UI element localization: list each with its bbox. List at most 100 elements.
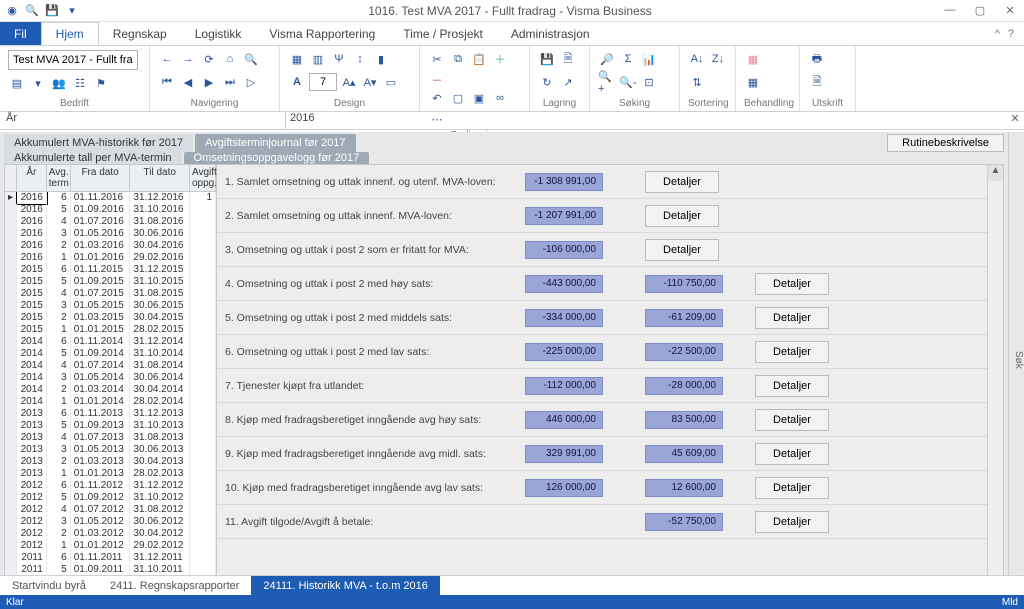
back-icon[interactable]: ← (158, 50, 176, 68)
table-row[interactable]: 2015301.05.201530.06.2015 (5, 300, 216, 312)
refresh-icon[interactable]: ⟳ (200, 50, 218, 68)
table-row[interactable]: 2012601.11.201231.12.2012 (5, 480, 216, 492)
preview-icon[interactable]: 🗎 (808, 73, 826, 91)
table-row[interactable]: 2016201.03.201630.04.2016 (5, 240, 216, 252)
page-tab-avgiftsterminjournal[interactable]: Avgiftsterminjournal før 2017 (195, 134, 355, 152)
table-row[interactable]: ▸2016601.11.201631.12.20161 (5, 192, 216, 204)
detaljer-button[interactable]: Detaljer (755, 409, 829, 431)
filter-icon[interactable]: Ψ (330, 50, 348, 68)
first-icon[interactable]: ⏮ (158, 73, 176, 91)
table-row[interactable]: 2015101.01.201528.02.2015 (5, 324, 216, 336)
paste-icon[interactable]: 📋 (470, 50, 488, 68)
restore-button[interactable]: ▢ (970, 4, 990, 17)
link-icon[interactable]: ∞ (491, 89, 509, 107)
table-row[interactable]: 2013501.09.201331.10.2013 (5, 420, 216, 432)
page-tab-akkumulerte-tall[interactable]: Akkumulerte tall per MVA-termin (4, 152, 182, 164)
next-icon[interactable]: ▶ (200, 73, 218, 91)
table-row[interactable]: 2014201.03.201430.04.2014 (5, 384, 216, 396)
sort-reset-icon[interactable]: ⇅ (688, 73, 706, 91)
window-options-icon[interactable]: ▭ (382, 73, 400, 91)
new-row-icon[interactable]: ＋ (491, 50, 509, 68)
zoom-fit-icon[interactable]: ⊡ (640, 73, 658, 91)
table-row[interactable]: 2016301.05.201630.06.2016 (5, 228, 216, 240)
detaljer-button[interactable]: Detaljer (755, 443, 829, 465)
zoom-icon[interactable]: 🔍 (24, 3, 40, 19)
sort-icon[interactable]: ↕ (351, 50, 369, 68)
page-tab-akkumulert-historikk[interactable]: Akkumulert MVA-historikk før 2017 (4, 134, 193, 152)
col-to[interactable]: Til dato (130, 165, 190, 191)
table-icon[interactable]: ▦ (744, 73, 762, 91)
table-row[interactable]: 2015501.09.201531.10.2015 (5, 276, 216, 288)
mva-termin-grid[interactable]: År Avg. term Fra dato Til dato Avgifts o… (5, 165, 217, 600)
undo-icon[interactable]: ↶ (428, 89, 446, 107)
table-row[interactable]: 2014101.01.201428.02.2014 (5, 396, 216, 408)
copy-icon[interactable]: ⧉ (449, 50, 467, 68)
zoom-minus-icon[interactable]: 🔍- (619, 73, 637, 91)
detaljer-button[interactable]: Detaljer (645, 239, 719, 261)
tab-visma-rapportering[interactable]: Visma Rapportering (255, 22, 389, 45)
scroll-up-icon[interactable]: ▲ (988, 165, 1003, 181)
zoom-plus-icon[interactable]: 🔍+ (598, 73, 616, 91)
help-icon[interactable]: ? (1008, 28, 1014, 40)
table-row[interactable]: 2013601.11.201331.12.2013 (5, 408, 216, 420)
detaljer-button[interactable]: Detaljer (755, 511, 829, 533)
font-smaller-icon[interactable]: A▾ (361, 73, 379, 91)
users-icon[interactable]: 👥 (50, 74, 68, 92)
table-row[interactable]: 2013401.07.201331.08.2013 (5, 432, 216, 444)
col-from[interactable]: Fra dato (71, 165, 131, 191)
tab-fil[interactable]: Fil (0, 22, 41, 45)
tab-hjem[interactable]: Hjem (41, 22, 99, 45)
table-row[interactable]: 2016401.07.201631.08.2016 (5, 216, 216, 228)
table-row[interactable]: 2012201.03.201230.04.2012 (5, 528, 216, 540)
font-size-input[interactable] (309, 73, 337, 91)
btab-regnskapsrapporter[interactable]: 2411. Regnskapsrapporter (98, 576, 251, 595)
edit-icon[interactable]: ▣ (470, 89, 488, 107)
table-row[interactable]: 2015401.07.201531.08.2015 (5, 288, 216, 300)
save-icon[interactable]: 💾 (44, 3, 60, 19)
close-button[interactable]: ✕ (1000, 4, 1020, 17)
export-icon[interactable]: ↗ (559, 73, 577, 91)
cut-icon[interactable]: ✂ (428, 50, 446, 68)
table-row[interactable]: 2016101.01.201629.02.2016 (5, 252, 216, 264)
col-oppg[interactable]: Avgifts oppg.nr (190, 165, 216, 191)
forward-icon[interactable]: → (179, 50, 197, 68)
btab-historikk-mva[interactable]: 24111. Historikk MVA - t.o.m 2016 (251, 576, 439, 595)
table-row[interactable]: 2015601.11.201531.12.2015 (5, 264, 216, 276)
sort-asc-icon[interactable]: A↓ (688, 50, 706, 68)
column-icon[interactable]: ▮ (372, 50, 390, 68)
table-row[interactable]: 2014401.07.201431.08.2014 (5, 360, 216, 372)
font-large-icon[interactable]: A (288, 73, 306, 91)
table-row[interactable]: 2013101.01.201328.02.2013 (5, 468, 216, 480)
detaljer-button[interactable]: Detaljer (755, 477, 829, 499)
rutinebeskrivelse-button[interactable]: Rutinebeskrivelse (887, 134, 1004, 152)
table-row[interactable]: 2015201.03.201530.04.2015 (5, 312, 216, 324)
side-panel-sok[interactable]: Søk (1008, 132, 1024, 581)
find-icon[interactable]: 🔍 (242, 50, 260, 68)
layout1-icon[interactable]: ▦ (288, 50, 306, 68)
save2-icon[interactable]: 💾 (538, 50, 556, 68)
tab-regnskap[interactable]: Regnskap (99, 22, 181, 45)
saveall-icon[interactable]: 🗎 (559, 50, 577, 68)
search-icon[interactable]: 🔎 (598, 50, 616, 68)
document-icon[interactable]: ▤ (8, 74, 26, 92)
detaljer-button[interactable]: Detaljer (645, 171, 719, 193)
process-icon[interactable]: ▦ (744, 50, 762, 68)
detaljer-button[interactable]: Detaljer (755, 341, 829, 363)
scrollbar[interactable]: ▲ ▼ (987, 165, 1003, 600)
table-row[interactable]: 2014501.09.201431.10.2014 (5, 348, 216, 360)
sort-desc-icon[interactable]: Z↓ (709, 50, 727, 68)
table-row[interactable]: 2014301.05.201430.06.2014 (5, 372, 216, 384)
table-row[interactable]: 2012401.07.201231.08.2012 (5, 504, 216, 516)
table-row[interactable]: 2012101.01.201229.02.2012 (5, 540, 216, 552)
page-tab-omsetningsoppgavelogg[interactable]: Omsetningsoppgavelogg før 2017 (184, 152, 370, 164)
layout2-icon[interactable]: ▥ (309, 50, 327, 68)
table-row[interactable]: 2013201.03.201330.04.2013 (5, 456, 216, 468)
prev-icon[interactable]: ◀ (179, 73, 197, 91)
insert-icon[interactable]: ▢ (449, 89, 467, 107)
detaljer-button[interactable]: Detaljer (755, 375, 829, 397)
minimize-button[interactable]: — (940, 4, 960, 17)
table-row[interactable]: 2011601.11.201131.12.2011 (5, 552, 216, 564)
home-icon[interactable]: ⌂ (221, 50, 239, 68)
tab-time-prosjekt[interactable]: Time / Prosjekt (389, 22, 497, 45)
font-small-icon[interactable]: A▴ (340, 73, 358, 91)
